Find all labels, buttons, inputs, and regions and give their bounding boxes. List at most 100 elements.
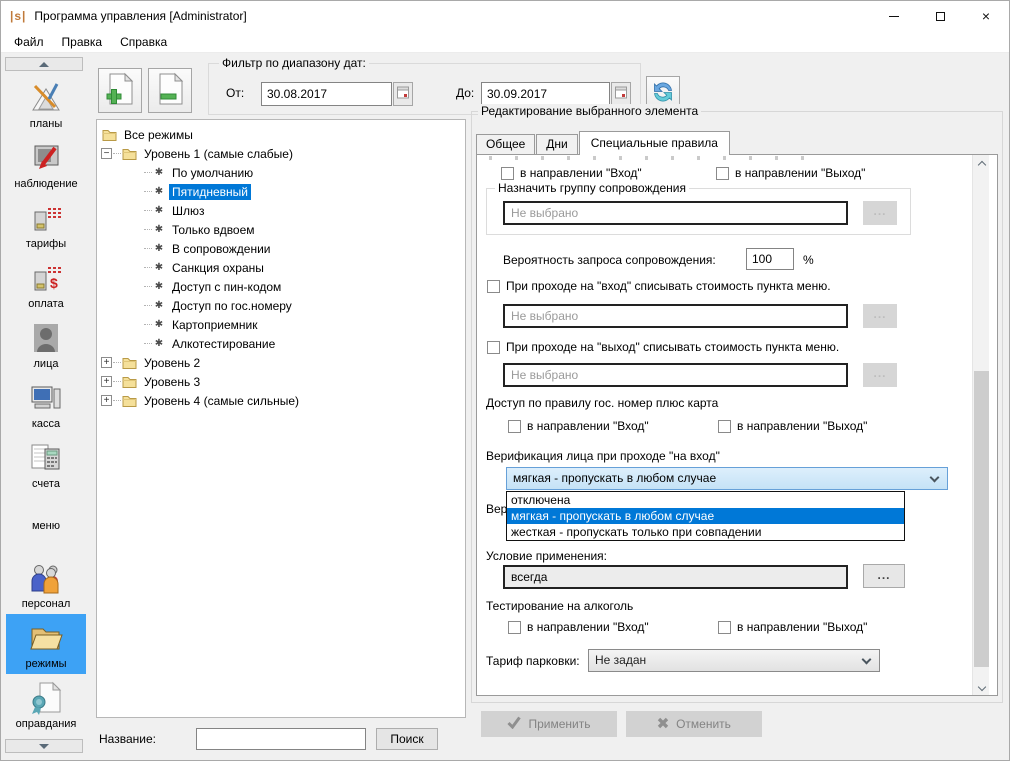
tab-dni[interactable]: Дни [536,134,577,154]
app-window: { "colors": {"accent": "#0078d7", "sideb… [0,0,1010,761]
tree-row[interactable]: ✱Пятидневный [97,182,465,201]
tree-expander[interactable]: + [101,357,112,368]
checkbox-label: в направлении "Выход" [735,166,865,180]
escort-group-field[interactable]: Не выбрано [503,201,848,225]
tree-row[interactable]: ✱Шлюз [97,201,465,220]
menu-item-help[interactable]: Справка [111,32,176,52]
sidebar-item-personal[interactable]: персонал [6,554,86,614]
cancel-button[interactable]: Отменить [626,711,762,737]
face-verification-label: Верификация лица при проходе "на вход" [486,449,720,463]
sidebar-item-label: лица [34,358,59,370]
sidebar-item-litsa[interactable]: лица [6,314,86,374]
menu-cost-out-browse-button[interactable]: ... [863,363,897,387]
direction-out-checkbox[interactable] [716,167,729,180]
tree-row[interactable]: ✱Доступ по гос.номеру [97,296,465,315]
alcohol-out-checkbox[interactable] [718,621,731,634]
sidebar-item-opravdaniya[interactable]: оправдания [6,674,86,734]
dropdown-option[interactable]: отключена [507,492,904,508]
tree-label: Доступ по гос.номеру [169,298,295,314]
remove-item-button[interactable] [148,68,192,113]
maximize-button[interactable] [917,1,963,31]
sidebar-item-nablyudenie[interactable]: наблюдение [6,134,86,194]
sidebar-scroll-up-button[interactable] [5,57,83,71]
checkbox-label: в направлении "Выход" [737,419,867,433]
menu-cost-out-checkbox[interactable] [487,341,500,354]
sidebar-item-label: счета [32,478,60,490]
parking-tariff-combobox[interactable]: Не задан [588,649,880,672]
menu-item-edit[interactable]: Правка [53,32,112,52]
sidebar-item-rezhimy[interactable]: режимы [6,614,86,674]
condition-browse-button[interactable]: ... [863,564,905,588]
tree-row[interactable]: +Уровень 2 [97,353,465,372]
menu-cost-in-checkbox[interactable] [487,280,500,293]
tree-connector [144,305,152,306]
tree-row[interactable]: ✱По умолчанию [97,163,465,182]
checkbox-label: При проходе на "выход" списывать стоимос… [506,340,839,354]
tree-expander[interactable]: + [101,376,112,387]
apply-button[interactable]: Применить [481,711,617,737]
tree-label: Санкция охраны [169,260,267,276]
probability-input[interactable] [746,248,794,270]
tree-row[interactable]: ✱Только вдвоем [97,220,465,239]
menu-cost-in-browse-button[interactable]: ... [863,304,897,328]
date-to-input[interactable] [481,82,610,106]
tree-label: Доступ с пин-кодом [169,279,284,295]
sidebar-item-menyu[interactable]: меню [6,494,86,554]
gov-rule-in-checkbox[interactable] [508,420,521,433]
sidebar-item-oplata[interactable]: $оплата [6,254,86,314]
dropdown-option[interactable]: жесткая - пропускать только при совпаден… [507,524,904,540]
tree-expander[interactable]: − [101,148,112,159]
close-button[interactable]: × [963,1,1009,31]
sidebar-item-kassa[interactable]: касса [6,374,86,434]
checkbox-label: в направлении "Вход" [527,419,649,433]
chevron-down-icon [862,655,872,665]
faces-icon [28,320,64,356]
arrow-up-icon [39,62,49,67]
add-document-icon [105,72,135,109]
vertical-scrollbar[interactable] [972,155,989,696]
sidebar-item-plany[interactable]: планы [6,74,86,134]
sidebar-scroll-down-button[interactable] [5,739,83,753]
tree-connector [113,153,121,154]
date-from-calendar-button[interactable] [393,82,413,106]
tree-row[interactable]: ✱ Санкция охраны [97,258,465,277]
dropdown-option[interactable]: мягкая - пропускать в любом случае [507,508,904,524]
tree-row[interactable]: ✱Алкотестирование [97,334,465,353]
tab-obschee[interactable]: Общее [476,134,535,154]
menu-item-file[interactable]: Файл [5,32,53,52]
minimize-button[interactable] [871,1,917,31]
mode-icon: ✱ [153,262,165,273]
tree-row[interactable]: ✱В сопровождении [97,239,465,258]
date-from-input[interactable] [261,82,392,106]
tree-row[interactable]: ✱Доступ с пин-кодом [97,277,465,296]
sidebar-item-tarify[interactable]: тарифы [6,194,86,254]
face-verification-combobox[interactable]: мягкая - пропускать в любом случае [506,467,948,490]
condition-field[interactable]: всегда [503,565,848,589]
tree-row[interactable]: +Уровень 4 (самые сильные) [97,391,465,410]
tree-row[interactable]: +Уровень 3 [97,372,465,391]
scrollbar-thumb[interactable] [974,371,989,667]
date-to-calendar-button[interactable] [611,82,631,106]
face-verification-dropdown-list: отключенамягкая - пропускать в любом слу… [506,491,905,541]
search-input[interactable] [196,728,366,750]
direction-in-checkbox[interactable] [501,167,514,180]
add-item-button[interactable] [98,68,142,113]
tree-row[interactable]: Все режимы [97,125,465,144]
tree-connector [113,381,121,382]
folder-icon [102,128,117,141]
gov-rule-out-checkbox[interactable] [718,420,731,433]
tab-spetsialnye-pravila[interactable]: Специальные правила [579,131,730,155]
alcohol-in-checkbox[interactable] [508,621,521,634]
menu-cost-out-field[interactable]: Не выбрано [503,363,848,387]
modes-folder-icon [27,620,65,656]
scroll-down-arrow[interactable] [973,680,990,696]
search-button[interactable]: Поиск [376,728,438,750]
sidebar-item-scheta[interactable]: счета [6,434,86,494]
tree-row[interactable]: ✱Картоприемник [97,315,465,334]
calendar-icon [615,86,627,102]
tree-row[interactable]: −Уровень 1 (самые слабые) [97,144,465,163]
scroll-up-arrow[interactable] [973,155,990,172]
tree-expander[interactable]: + [101,395,112,406]
menu-cost-in-field[interactable]: Не выбрано [503,304,848,328]
escort-group-browse-button[interactable]: ... [863,201,897,225]
